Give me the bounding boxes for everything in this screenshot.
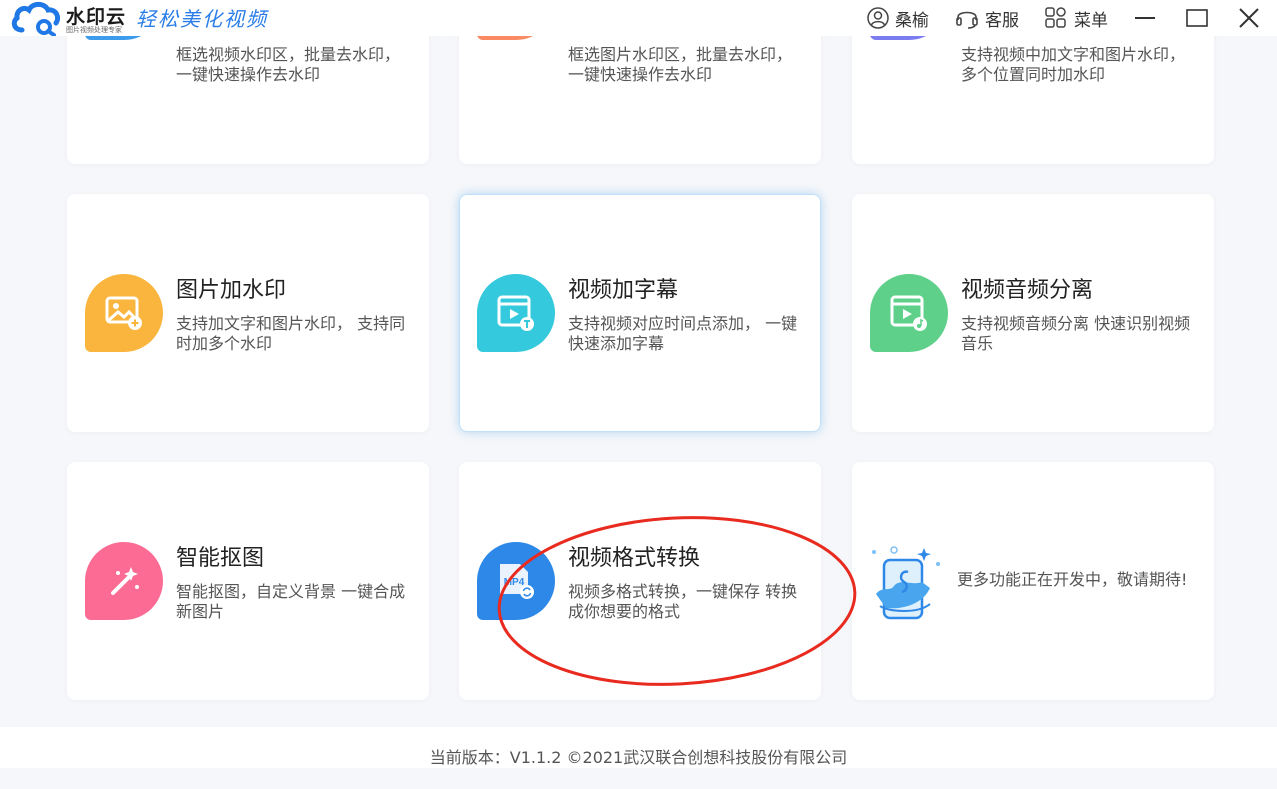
maximize-button[interactable] [1182,3,1212,33]
card-title: 智能抠图 [176,546,265,571]
app-subtitle: 图片视频处理专家 [66,26,122,34]
card-title: 图片加水印 [176,278,287,303]
user-name: 桑榆 [895,10,929,31]
audio-separate-icon [870,274,948,352]
phone-illustration-icon [872,546,940,620]
headset-icon [956,11,978,29]
audio-separate-card[interactable]: 视频音频分离 支持视频音频分离 快速识别视频音乐 [852,194,1214,432]
app-slogan: 轻松美化视频 [136,7,268,31]
coming-soon-card: 更多功能正在开发中，敬请期待! [852,462,1214,700]
card-description: 框选图片水印区，批量去水印， 一键快速操作去水印 [568,45,793,84]
card-description: 框选视频水印区，批量去水印， 一键快速操作去水印 [176,45,401,84]
card-title: 视频格式转换 [568,546,701,571]
image-watermark-card[interactable]: 图片加水印 支持加文字和图片水印， 支持同时加多个水印 [67,194,429,432]
title-bar: 水印云 图片视频处理专家 轻松美化视频 桑榆 客服 菜单 [0,0,1277,36]
card-description: 视频多格式转换，一键保存 转换成你想要的格式 [568,582,798,621]
video-subtitle-card[interactable]: 视频加字幕 支持视频对应时间点添加， 一键快速添加字幕 [459,194,821,432]
user-account-button[interactable]: 桑榆 [867,5,929,31]
smart-cutout-card[interactable]: 智能抠图 智能抠图，自定义背景 一键合成新图片 [67,462,429,700]
customer-service-button[interactable]: 客服 [955,5,1019,31]
service-label: 客服 [985,10,1019,31]
card-description: 支持加文字和图片水印， 支持同时加多个水印 [176,314,406,353]
minimize-icon [1135,17,1155,19]
minimize-button[interactable] [1130,3,1160,33]
close-icon [1239,8,1259,28]
magic-wand-icon [85,542,163,620]
card-title: 视频加字幕 [568,278,679,303]
cloud-logo-icon [11,1,61,36]
menu-label: 菜单 [1074,10,1108,31]
coming-soon-text: 更多功能正在开发中，敬请期待! [957,570,1188,589]
video-subtitle-icon [477,274,555,352]
menu-button[interactable]: 菜单 [1044,5,1108,31]
close-button[interactable] [1234,3,1264,33]
card-description: 支持视频中加文字和图片水印，多个位置同时加水印 [961,45,1186,84]
image-watermark-icon [85,274,163,352]
card-description: 支持视频对应时间点添加， 一键快速添加字幕 [568,314,798,353]
footer-version: 当前版本：V1.1.2 ©2021武汉联合创想科技股份有限公司 [0,727,1277,768]
card-description: 智能抠图，自定义背景 一键合成新图片 [176,582,406,621]
card-title: 视频音频分离 [961,278,1094,303]
maximize-icon [1186,9,1208,27]
user-icon [867,7,889,29]
card-description: 支持视频音频分离 快速识别视频音乐 [961,314,1191,353]
mp4-label: MP4 [504,577,525,588]
video-format-convert-card[interactable]: MP4 视频格式转换 视频多格式转换，一键保存 转换成你想要的格式 [459,462,821,700]
mp4-convert-icon: MP4 [477,542,555,620]
grid-menu-icon [1045,7,1066,28]
